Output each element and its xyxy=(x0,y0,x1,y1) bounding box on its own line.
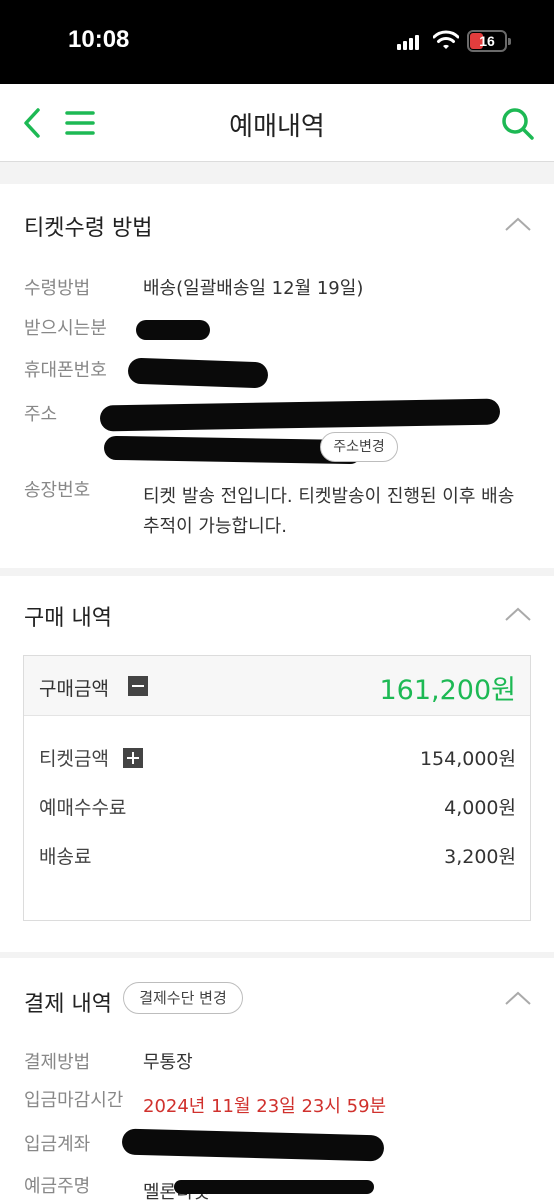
section-title: 티켓수령 방법 xyxy=(24,216,153,241)
wifi-icon xyxy=(433,30,459,49)
chevron-up-icon[interactable] xyxy=(504,990,532,1006)
status-time: 10:08 xyxy=(68,26,130,53)
tracking-notice-line2: 추적이 가능합니다. xyxy=(143,516,287,537)
total-label: 구매금액 xyxy=(39,678,109,700)
booking-fee-value: 4,000원 xyxy=(444,797,516,819)
chevron-up-icon[interactable] xyxy=(504,606,532,622)
shipping-fee-value: 3,200원 xyxy=(444,846,516,868)
redacted-account-holder xyxy=(174,1180,374,1194)
redacted-recipient xyxy=(136,320,210,340)
row-label: 주소 xyxy=(24,404,58,425)
redacted-phone xyxy=(127,357,269,389)
section-title: 구매 내역 xyxy=(24,606,112,631)
deposit-deadline-value: 2024년 11월 23일 23시 59분 xyxy=(143,1096,387,1117)
chevron-up-icon[interactable] xyxy=(504,216,532,232)
battery-icon: 16 xyxy=(467,30,511,52)
status-bar: 10:08 16 xyxy=(0,0,554,84)
search-icon[interactable] xyxy=(500,106,536,142)
ticket-price-value: 154,000원 xyxy=(419,748,516,770)
tracking-notice-line1: 티켓 발송 전입니다. 티켓발송이 진행된 이후 배송 xyxy=(143,486,515,507)
purchase-total-row[interactable]: 구매금액 161,200원 xyxy=(24,656,530,716)
row-label: 휴대폰번호 xyxy=(24,360,107,381)
purchase-amount-box: 구매금액 161,200원 티켓금액 154,000원 예매수수료 4,000원… xyxy=(23,655,531,921)
redacted-account xyxy=(121,1128,385,1162)
item-label: 배송료 xyxy=(39,846,92,868)
signal-icon xyxy=(397,34,419,50)
payment-section: 결제 내역 결제수단 변경 결제방법 무통장 입금마감시간 2024년 11월 … xyxy=(0,958,554,1200)
app-header: 예매내역 xyxy=(0,84,554,162)
row-label: 입금계좌 xyxy=(24,1134,91,1155)
row-label: 입금마감시간 xyxy=(24,1090,124,1111)
redacted-address-line1 xyxy=(99,398,501,432)
expand-plus-icon[interactable] xyxy=(123,748,143,768)
battery-level: 16 xyxy=(479,33,495,49)
address-change-button[interactable]: 주소변경 xyxy=(320,432,398,462)
row-label: 수령방법 xyxy=(24,278,91,299)
total-amount: 161,200원 xyxy=(379,675,517,706)
change-payment-button[interactable]: 결제수단 변경 xyxy=(123,982,243,1014)
collapse-minus-icon[interactable] xyxy=(128,676,148,696)
ticket-receipt-section: 티켓수령 방법 수령방법 배송(일괄배송일 12월 19일) 받으시는분 휴대폰… xyxy=(0,184,554,568)
section-title: 결제 내역 xyxy=(24,992,112,1017)
payment-method-value: 무통장 xyxy=(143,1052,193,1073)
row-label: 예금주명 xyxy=(24,1176,91,1197)
delivery-method-value: 배송(일괄배송일 12월 19일) xyxy=(143,278,364,299)
row-label: 받으시는분 xyxy=(24,318,107,339)
item-label: 예매수수료 xyxy=(39,797,127,819)
row-label: 결제방법 xyxy=(24,1052,91,1073)
page-title: 예매내역 xyxy=(229,112,325,142)
item-label: 티켓금액 xyxy=(39,748,109,770)
row-label: 송장번호 xyxy=(24,480,91,501)
